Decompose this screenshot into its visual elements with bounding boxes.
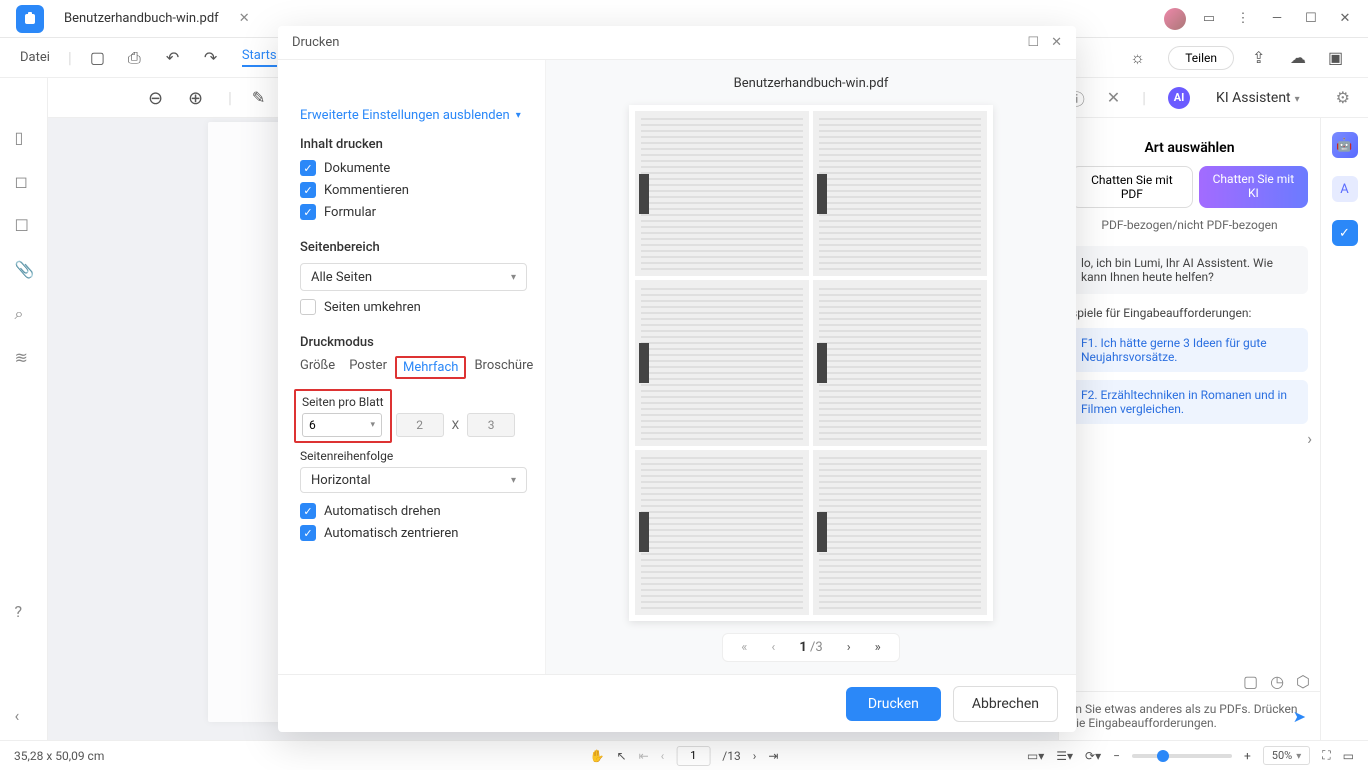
dialog-left-panel: Erweiterte Einstellungen ausblenden ▾ In…	[278, 60, 546, 674]
cols-input	[396, 413, 444, 437]
chk-auto-center[interactable]: ✓Automatisch zentrieren	[300, 525, 527, 541]
thumb-5	[635, 450, 809, 615]
print-dialog: Drucken ☐ ✕ Erweiterte Einstellungen aus…	[278, 26, 1076, 732]
pager-current: 1	[799, 640, 806, 655]
thumb-2	[813, 111, 987, 276]
dialog-footer: Drucken Abbrechen	[278, 674, 1076, 732]
chk-kommentieren-label: Kommentieren	[324, 183, 409, 198]
order-value: Horizontal	[311, 473, 371, 488]
thumb-6	[813, 450, 987, 615]
chk-reverse-label: Seiten umkehren	[324, 300, 421, 315]
chk-auto-rotate-label: Automatisch drehen	[324, 504, 441, 519]
tab-multi[interactable]: Mehrfach	[403, 360, 458, 375]
seitenbereich-label: Seitenbereich	[300, 240, 527, 255]
order-label: Seitenreihenfolge	[300, 449, 527, 463]
chevron-down-icon: ▾	[370, 420, 375, 430]
preview-page	[629, 105, 993, 621]
pager-total: /3	[810, 640, 823, 655]
chevron-down-icon: ▾	[516, 110, 521, 121]
cancel-button[interactable]: Abbrechen	[953, 686, 1058, 722]
dialog-preview-panel: Benutzerhandbuch-win.pdf « ‹ 1 /3 › »	[546, 60, 1076, 674]
toggle-advanced-link[interactable]: Erweiterte Einstellungen ausblenden ▾	[300, 108, 527, 123]
tab-book[interactable]: Broschüre	[474, 358, 533, 377]
inhalt-label: Inhalt drucken	[300, 137, 527, 152]
preview-pager: « ‹ 1 /3 › »	[722, 633, 899, 662]
thumb-4	[813, 280, 987, 445]
pager-prev-icon[interactable]: ‹	[771, 640, 775, 655]
dialog-title-bar: Drucken ☐ ✕	[278, 26, 1076, 60]
x-label: X	[452, 418, 460, 432]
pager-next-icon[interactable]: ›	[847, 640, 851, 655]
chk-kommentieren[interactable]: ✓Kommentieren	[300, 182, 527, 198]
highlight-tab-multi: Mehrfach	[395, 356, 466, 379]
preview-title: Benutzerhandbuch-win.pdf	[734, 76, 889, 91]
page-order-select[interactable]: Horizontal ▾	[300, 467, 527, 493]
pager-last-icon[interactable]: »	[875, 640, 881, 655]
toggle-advanced-label: Erweiterte Einstellungen ausblenden	[300, 108, 510, 123]
dialog-maximize-icon[interactable]: ☐	[1027, 35, 1039, 50]
spb-label: Seiten pro Blatt	[302, 395, 384, 409]
page-range-select[interactable]: Alle Seiten ▾	[300, 263, 527, 291]
thumb-3	[635, 280, 809, 445]
thumb-1	[635, 111, 809, 276]
druckmodus-label: Druckmodus	[300, 335, 527, 350]
print-button[interactable]: Drucken	[846, 687, 941, 721]
chk-formular-label: Formular	[324, 205, 376, 220]
highlight-spb: Seiten pro Blatt 6 ▾	[294, 389, 392, 443]
dialog-backdrop: Drucken ☐ ✕ Erweiterte Einstellungen aus…	[0, 0, 1368, 770]
dialog-title: Drucken	[292, 35, 339, 50]
mode-tabs: Größe Poster Mehrfach Broschüre	[300, 358, 527, 377]
chk-formular[interactable]: ✓Formular	[300, 204, 527, 220]
chk-dokumente[interactable]: ✓Dokumente	[300, 160, 527, 176]
page-range-value: Alle Seiten	[311, 270, 372, 285]
rows-input	[467, 413, 515, 437]
chevron-down-icon: ▾	[511, 272, 516, 283]
chk-auto-rotate[interactable]: ✓Automatisch drehen	[300, 503, 527, 519]
spb-value: 6	[309, 418, 316, 432]
chk-reverse[interactable]: Seiten umkehren	[300, 299, 527, 315]
dialog-close-icon[interactable]: ✕	[1051, 35, 1062, 50]
pages-per-sheet-select[interactable]: 6 ▾	[302, 413, 382, 437]
chk-auto-center-label: Automatisch zentrieren	[324, 526, 458, 541]
chk-dokumente-label: Dokumente	[324, 161, 390, 176]
pager-first-icon[interactable]: «	[741, 640, 747, 655]
tab-poster[interactable]: Poster	[349, 358, 387, 377]
tab-size[interactable]: Größe	[300, 358, 335, 377]
chevron-down-icon: ▾	[511, 475, 516, 486]
